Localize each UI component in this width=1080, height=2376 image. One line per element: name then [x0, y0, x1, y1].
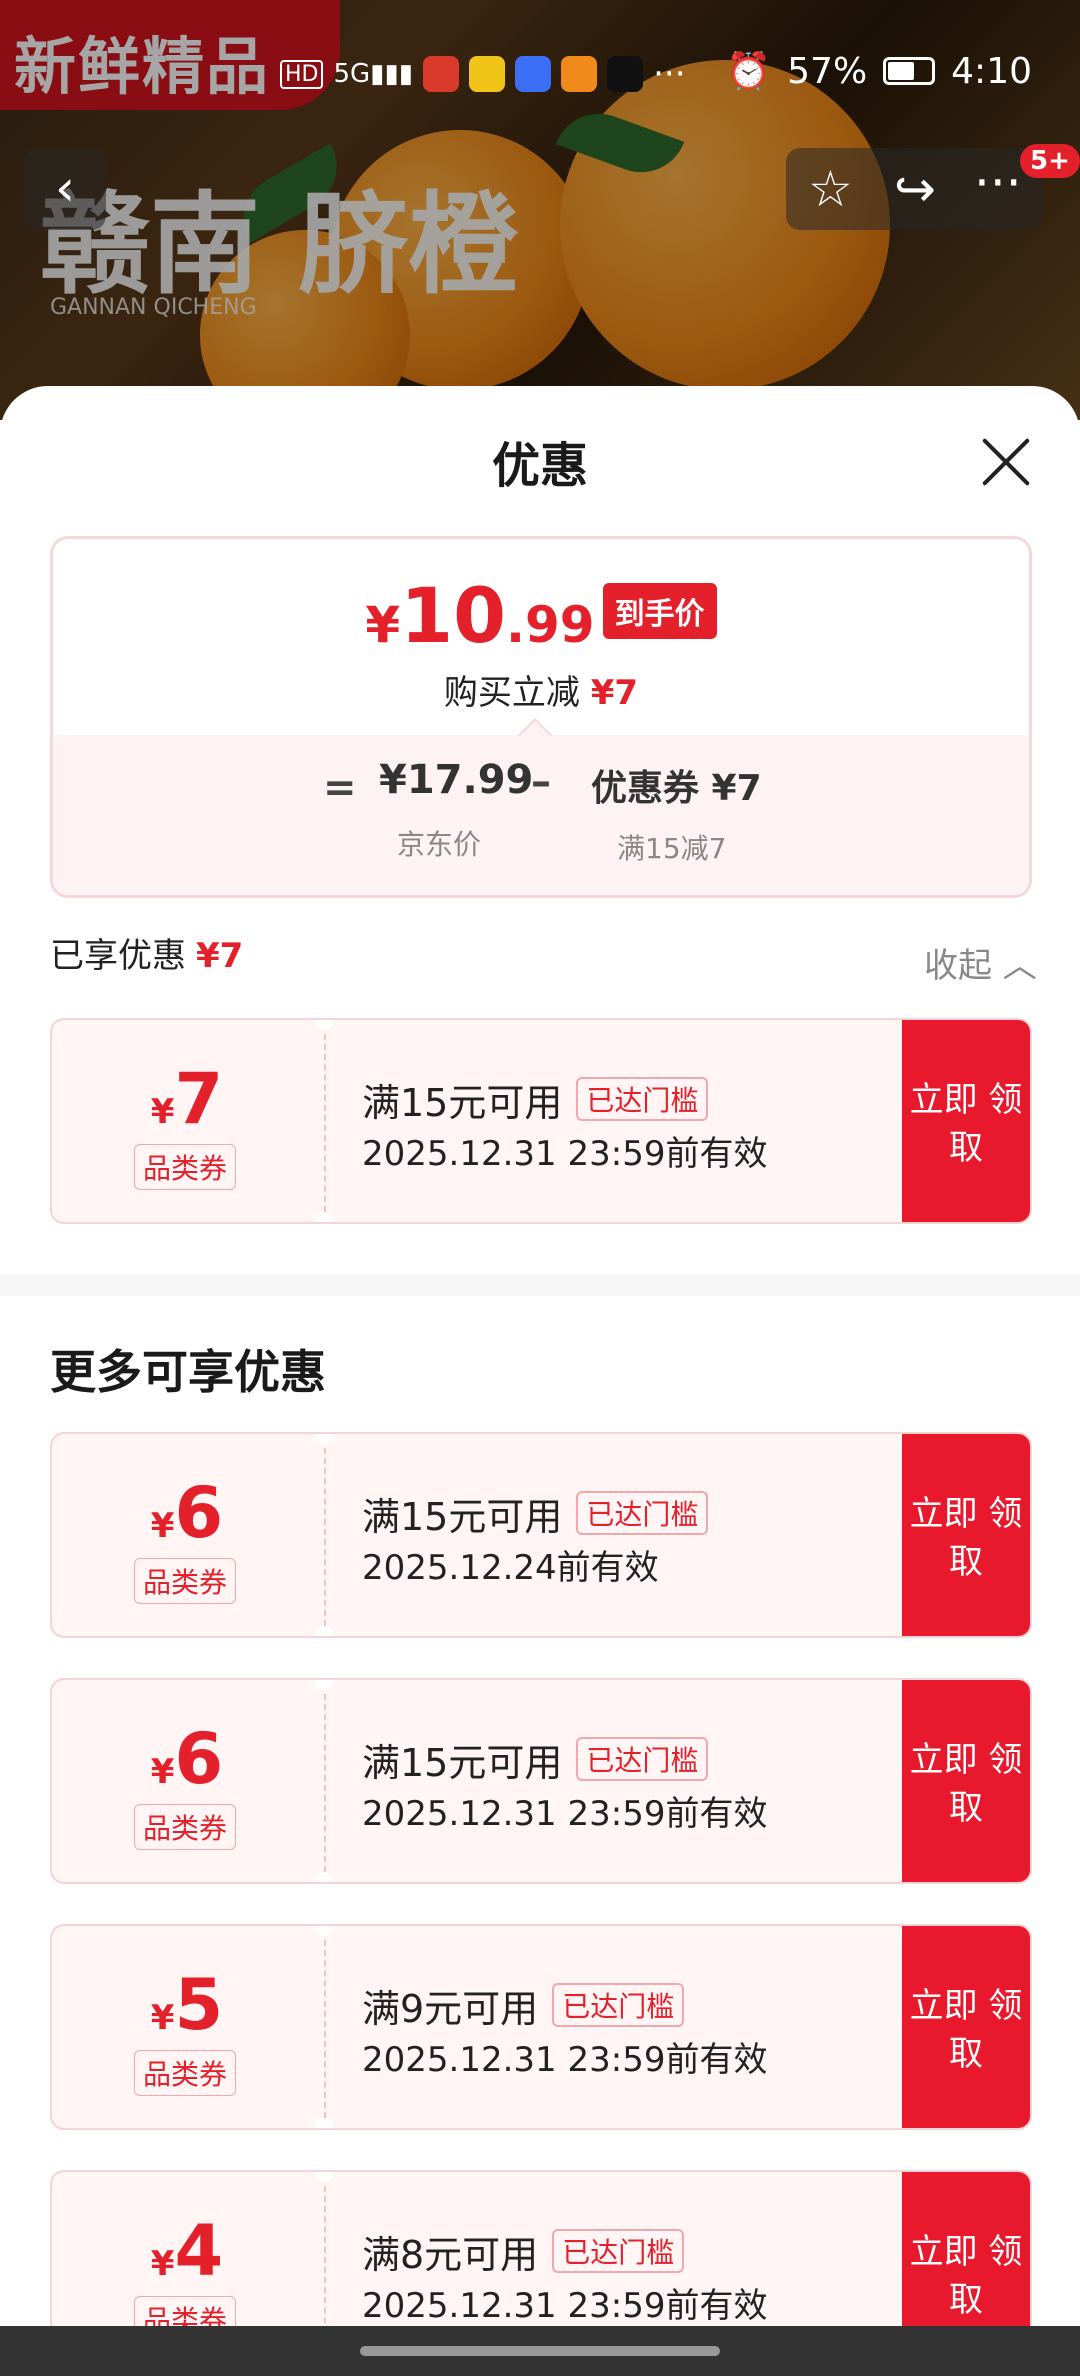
more-notifications-icon: ··· — [653, 54, 686, 94]
threshold-reached-tag: 已达门槛 — [552, 1983, 685, 2027]
price-summary-card: ¥10.99 到手价 购买立减 ¥7 = ¥17.99 京东价 – 优惠券 ¥7 … — [50, 536, 1032, 898]
coupon-amount: ¥7 — [150, 1058, 224, 1140]
price-breakdown: = ¥17.99 京东价 – 优惠券 ¥7 满15减7 — [53, 735, 1029, 895]
coupon-left: ¥6 品类券 — [52, 1434, 322, 1636]
coupon-kind: 品类券 — [134, 1144, 237, 1190]
gesture-bar — [0, 2326, 1080, 2376]
section-separator — [0, 1274, 1080, 1296]
discount-sheet: 优惠 ¥10.99 到手价 购买立减 ¥7 = ¥17.99 京东价 – 优惠券 … — [0, 386, 1080, 2376]
notification-badge: 5+ — [1020, 144, 1080, 178]
coupon-expiry: 2025.12.31 23:59前有效 — [362, 2040, 768, 2080]
back-button[interactable]: ‹ — [24, 148, 106, 230]
close-icon[interactable] — [978, 434, 1034, 490]
enjoyed-label: 已享优惠 — [50, 936, 186, 976]
equals-sign: = — [323, 765, 357, 811]
app-notification-icon — [561, 56, 598, 92]
app-notification-icon — [515, 56, 552, 92]
coupon-kind: 品类券 — [134, 1558, 237, 1604]
app-notification-icon — [469, 56, 506, 92]
jd-price: ¥17.99 — [379, 757, 534, 803]
hd-icon: HD — [280, 59, 324, 89]
threshold-reached-tag: 已达门槛 — [576, 1737, 709, 1781]
action-group: ☆ ↪ ··· — [786, 148, 1042, 230]
price-integer: 10 — [400, 571, 506, 660]
battery-icon — [883, 57, 936, 85]
coupon-left: ¥5 品类券 — [52, 1926, 322, 2128]
app-root: 赣南 脐橙 GANNAN QICHENG 新鲜精品 HD 5G▮▮▮ ··· ⏰… — [0, 0, 1080, 2376]
minus-sign: – — [531, 759, 551, 805]
clock: 4:10 — [951, 50, 1032, 92]
coupon-left: ¥7 品类券 — [52, 1020, 322, 1222]
coupon-expiry: 2025.12.31 23:59前有效 — [362, 2286, 768, 2326]
share-icon[interactable]: ↪ — [894, 160, 936, 218]
sheet-title: 优惠 — [491, 438, 588, 494]
jd-price-label: 京东价 — [397, 828, 482, 861]
home-indicator[interactable] — [360, 2346, 720, 2356]
coupon-condition: 满9元可用 已达门槛 — [362, 1978, 685, 2033]
coupon-condition: 满8元可用 已达门槛 — [362, 2224, 685, 2279]
final-price-tag: 到手价 — [602, 583, 717, 639]
final-price: ¥10.99 到手价 — [53, 571, 1029, 660]
back-icon: ‹ — [55, 159, 75, 217]
signal-icon: 5G▮▮▮ — [333, 59, 414, 89]
coupon-kind: 品类券 — [134, 1804, 237, 1850]
alarm-icon: ⏰ — [726, 51, 772, 92]
claim-button[interactable]: 立即 领取 — [902, 1434, 1030, 1636]
coupon-card: ¥5 品类券 满9元可用 已达门槛 2025.12.31 23:59前有效 立即 … — [50, 1924, 1032, 2130]
coupon-value: 优惠券 ¥7 — [591, 768, 762, 809]
battery-percent: 57% — [787, 50, 868, 92]
app-notification-icon — [423, 56, 460, 92]
status-bar: HD 5G▮▮▮ ··· ⏰ 57% 4:10 — [0, 48, 1080, 98]
coupon-expiry: 2025.12.24前有效 — [362, 1548, 659, 1588]
star-icon[interactable]: ☆ — [808, 160, 853, 218]
price-top: ¥10.99 到手价 购买立减 ¥7 — [53, 539, 1029, 735]
coupon-value-label: 满15减7 — [617, 832, 727, 865]
threshold-reached-tag: 已达门槛 — [576, 1491, 709, 1535]
threshold-reached-tag: 已达门槛 — [552, 2229, 685, 2273]
coupon-condition: 满15元可用 已达门槛 — [362, 1486, 709, 1541]
coupon-card: ¥7 品类券 满15元可用 已达门槛 2025.12.31 23:59前有效 立即… — [50, 1018, 1032, 1224]
coupon-left: ¥6 品类券 — [52, 1680, 322, 1882]
coupon-condition: 满15元可用 已达门槛 — [362, 1732, 709, 1787]
coupon-card: ¥6 品类券 满15元可用 已达门槛 2025.12.24前有效 立即 领取 — [50, 1432, 1032, 1638]
reduce-line: 购买立减 ¥7 — [53, 665, 1029, 714]
coupon-expiry: 2025.12.31 23:59前有效 — [362, 1134, 768, 1174]
coupon-kind: 品类券 — [134, 2050, 237, 2096]
reduce-amount: ¥7 — [590, 673, 639, 713]
more-discounts-title: 更多可享优惠 — [50, 1345, 326, 1399]
coupon-amount: ¥6 — [150, 1718, 224, 1800]
price-decimal: .99 — [505, 596, 595, 654]
more-icon[interactable]: ··· — [974, 154, 1022, 212]
status-right: ⏰ 57% 4:10 — [726, 50, 1032, 93]
coupon-amount: ¥6 — [150, 1472, 224, 1554]
claim-button[interactable]: 立即 领取 — [902, 1926, 1030, 2128]
enjoyed-discount: 已享优惠 ¥7 — [50, 928, 243, 977]
status-left: HD 5G▮▮▮ ··· — [280, 54, 686, 94]
coupon-condition: 满15元可用 已达门槛 — [362, 1072, 709, 1127]
price-currency: ¥ — [365, 596, 401, 654]
claim-button[interactable]: 立即 领取 — [902, 1020, 1030, 1222]
coupon-expiry: 2025.12.31 23:59前有效 — [362, 1794, 768, 1834]
coupon-amount: ¥5 — [150, 1964, 224, 2046]
coupon-amount: ¥4 — [150, 2210, 224, 2292]
tiktok-icon — [607, 56, 644, 92]
claim-button[interactable]: 立即 领取 — [902, 1680, 1030, 1882]
threshold-reached-tag: 已达门槛 — [576, 1077, 709, 1121]
collapse-button[interactable]: 收起 ︿ — [924, 938, 1037, 987]
reduce-text: 购买立减 — [443, 673, 580, 713]
enjoyed-amount: ¥7 — [196, 936, 244, 976]
coupon-card: ¥6 品类券 满15元可用 已达门槛 2025.12.31 23:59前有效 立即… — [50, 1678, 1032, 1884]
